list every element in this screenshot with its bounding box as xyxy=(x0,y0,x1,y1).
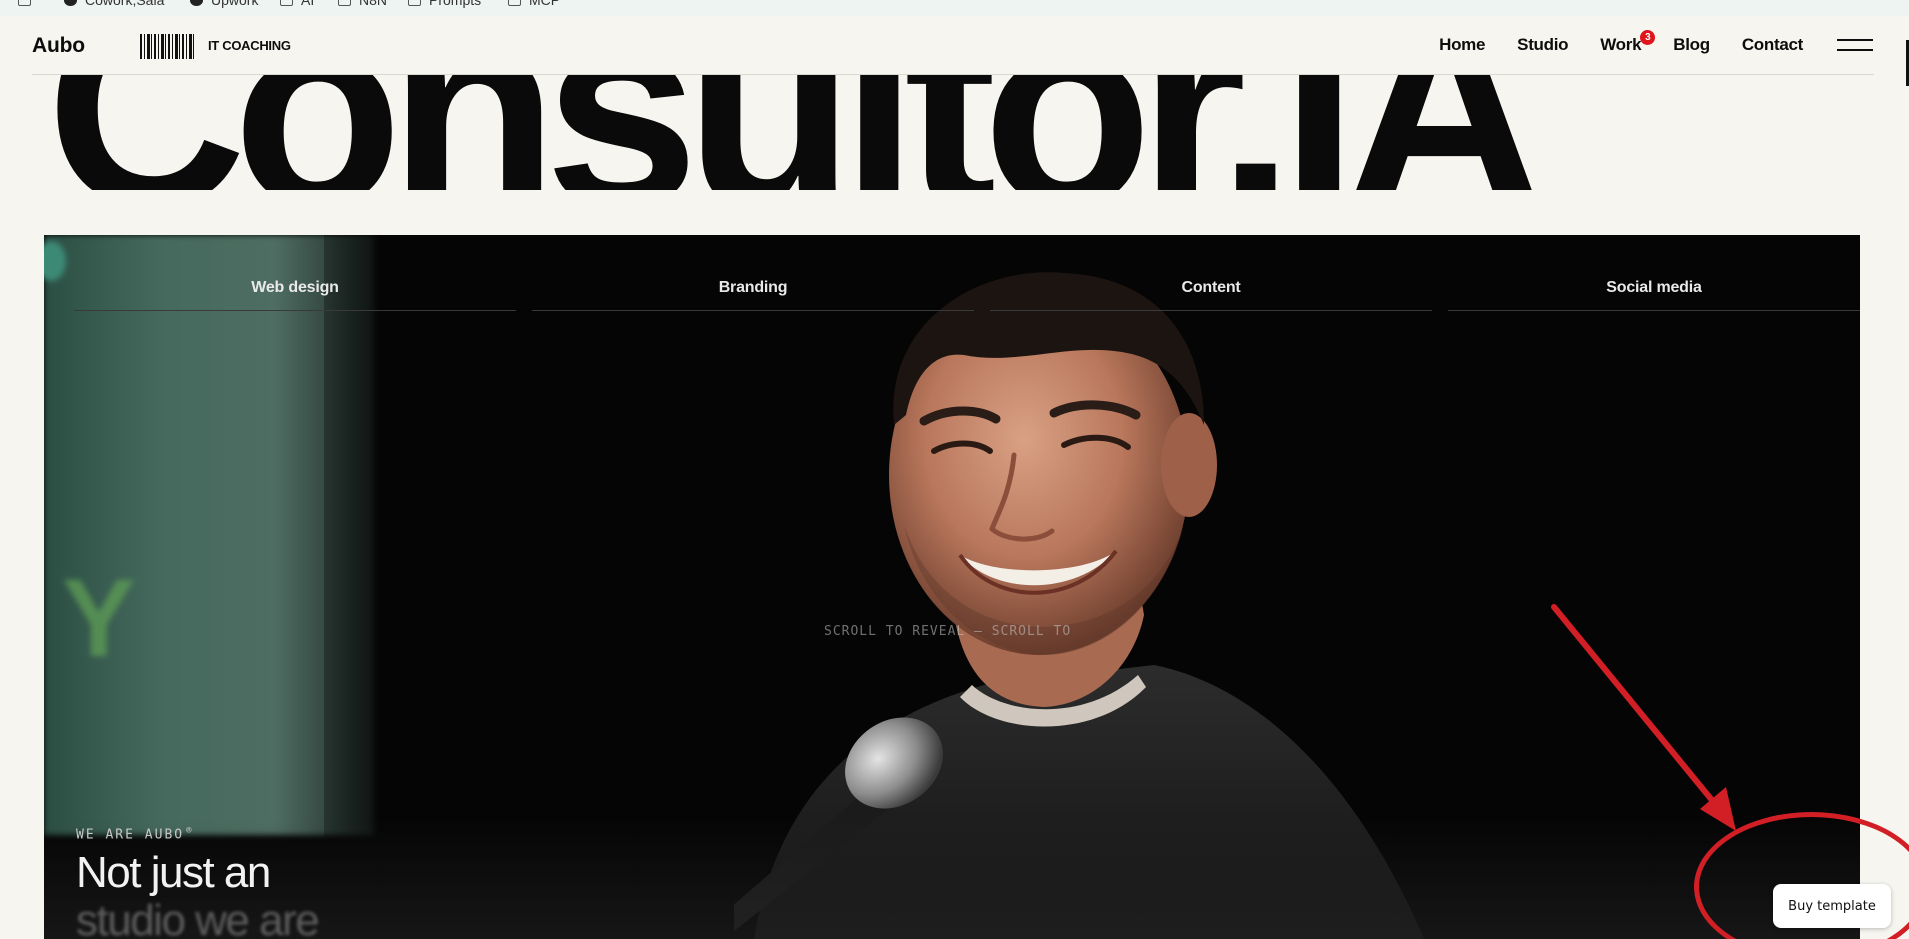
registered-mark: ® xyxy=(186,826,194,836)
tab-branding[interactable]: Branding xyxy=(532,269,974,311)
hero-headline: Not just an studio we are xyxy=(76,848,320,939)
hero-eyebrow-text: WE ARE AUBO xyxy=(76,827,185,843)
site-header: Aubo IT COACHING Home Studio Work 3 Blog … xyxy=(0,16,1909,74)
folder-icon xyxy=(408,0,421,6)
globe-icon xyxy=(64,0,77,6)
nav-contact[interactable]: Contact xyxy=(1742,35,1803,55)
nav-work[interactable]: Work 3 xyxy=(1600,30,1656,55)
bookmarks-bar: Cowork,Sala Upwork AI N8N Prompts MCP xyxy=(0,0,1909,16)
nav-blog[interactable]: Blog xyxy=(1673,35,1710,55)
upwork-icon xyxy=(190,0,203,6)
bookmark-item[interactable]: AI xyxy=(280,0,314,8)
buy-template-button[interactable]: Buy template xyxy=(1773,884,1891,928)
brand-logo[interactable]: Aubo xyxy=(32,34,85,58)
hero-title-area: Consultor.IA xyxy=(0,75,1909,190)
scroll-reveal-text: SCROLL TO REVEAL — SCROLL TO REVEAL xyxy=(824,624,1074,639)
bookmark-item[interactable]: Upwork xyxy=(190,0,258,8)
tab-web-design[interactable]: Web design xyxy=(74,269,516,311)
nav-home[interactable]: Home xyxy=(1439,35,1485,55)
folder-icon xyxy=(280,0,293,6)
scroll-reveal-marquee: SCROLL TO REVEAL — SCROLL TO REVEAL xyxy=(824,624,1074,639)
nav-work-label: Work xyxy=(1600,35,1642,54)
work-count-badge: 3 xyxy=(1640,30,1656,45)
tab-social-media[interactable]: Social media xyxy=(1448,269,1860,311)
hero-eyebrow: WE ARE AUBO ® xyxy=(76,826,194,842)
brand-tagline: IT COACHING xyxy=(208,38,291,53)
hero-headline-line2: studio we are xyxy=(76,896,320,939)
bookmark-item[interactable]: Prompts xyxy=(408,0,481,8)
annotation-arrow-icon xyxy=(1551,604,1736,831)
nav-studio[interactable]: Studio xyxy=(1517,35,1568,55)
hero-headline-line1: Not just an xyxy=(76,848,271,897)
apps-icon[interactable] xyxy=(18,0,31,8)
bookmark-item[interactable]: N8N xyxy=(338,0,387,8)
bookmark-item[interactable]: Cowork,Sala xyxy=(64,0,164,8)
tab-content[interactable]: Content xyxy=(990,269,1432,311)
hamburger-menu-icon[interactable] xyxy=(1837,38,1873,52)
folder-icon xyxy=(338,0,351,6)
hero-title: Consultor.IA xyxy=(46,75,1545,190)
service-tabs: Web design Branding Content Social media xyxy=(74,269,1860,311)
bookmark-item[interactable]: MCP xyxy=(508,0,560,8)
main-nav: Home Studio Work 3 Blog Contact xyxy=(1439,30,1909,60)
folder-icon xyxy=(508,0,521,6)
barcode-icon xyxy=(140,34,196,59)
